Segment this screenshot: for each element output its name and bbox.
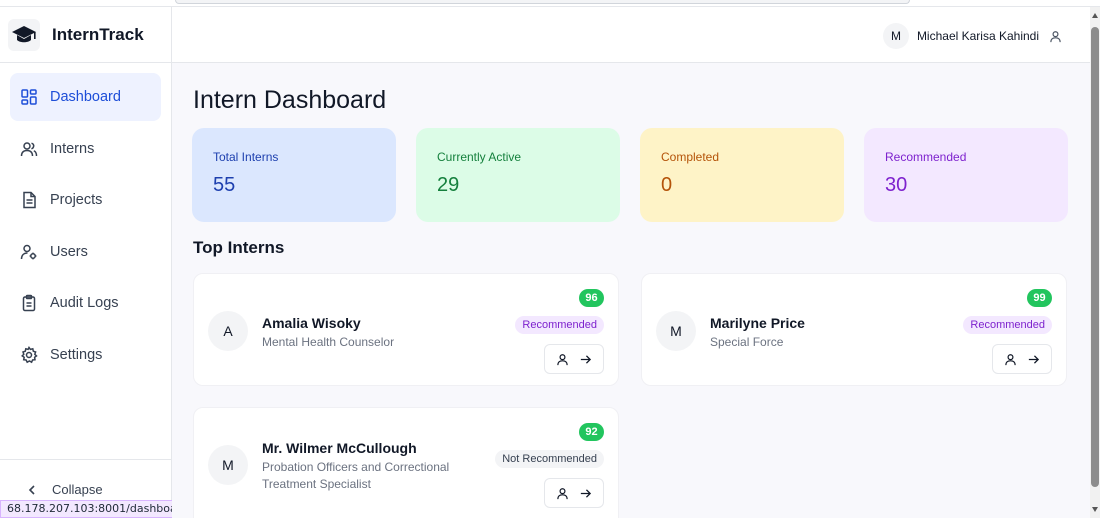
- sidebar-item-label: Projects: [50, 192, 103, 209]
- clipboard-icon: [20, 294, 38, 312]
- stat-card-total-interns: Total Interns 55: [192, 128, 396, 222]
- stat-label: Recommended: [885, 150, 967, 164]
- stat-label: Currently Active: [437, 150, 522, 164]
- graduation-cap-icon: [8, 18, 40, 51]
- sidebar-item-label: Audit Logs: [50, 295, 119, 312]
- scrollbar-thumb[interactable]: [1091, 27, 1099, 487]
- page-title: Intern Dashboard: [193, 86, 387, 114]
- view-profile-button[interactable]: [544, 344, 604, 374]
- intern-role: Mental Health Counselor: [262, 335, 395, 349]
- sidebar-item-audit-logs[interactable]: Audit Logs: [10, 279, 161, 327]
- intern-card[interactable]: M Mr. Wilmer McCullough Probation Office…: [193, 407, 619, 518]
- stat-card-currently-active: Currently Active 29: [416, 128, 620, 222]
- intern-role: Probation Officers and Correctional Trea…: [262, 460, 450, 491]
- user-icon: [557, 487, 568, 499]
- intern-name: Mr. Wilmer McCullough: [262, 440, 417, 456]
- scrollbar[interactable]: [1090, 7, 1100, 518]
- user-menu[interactable]: M Michael Karisa Kahindi: [882, 23, 1062, 49]
- sidebar-item-interns[interactable]: Interns: [10, 125, 161, 173]
- stat-value: 0: [661, 174, 673, 196]
- sidebar: InternTrack Dashboard Interns Projects U…: [0, 7, 172, 518]
- collapse-label: Collapse: [52, 482, 103, 497]
- status-badge: Not Recommended: [495, 450, 604, 468]
- user-icon: [557, 353, 568, 365]
- browser-top-strip: [0, 0, 1100, 7]
- user-icon: [1005, 353, 1016, 365]
- grid-icon: [20, 88, 38, 106]
- status-badge: Recommended: [963, 316, 1052, 334]
- sidebar-nav: Dashboard Interns Projects Users Audit L…: [0, 63, 171, 379]
- user-name: Michael Karisa Kahindi: [916, 29, 1039, 43]
- file-icon: [20, 191, 38, 209]
- score-badge: 92: [579, 423, 604, 441]
- stat-label: Total Interns: [213, 150, 279, 164]
- sidebar-item-users[interactable]: Users: [10, 228, 161, 276]
- sidebar-item-label: Dashboard: [50, 89, 121, 105]
- chevron-left-icon: [28, 484, 35, 495]
- intern-role: Special Force: [710, 335, 784, 349]
- sidebar-item-label: Interns: [50, 140, 95, 157]
- scroll-up-icon[interactable]: [1092, 13, 1098, 18]
- arrow-right-icon: [580, 488, 592, 498]
- avatar: M: [208, 445, 248, 485]
- status-url: 68.178.207.103:8001/dashboard: [0, 500, 196, 518]
- arrow-right-icon: [580, 354, 592, 364]
- gear-icon: [20, 346, 38, 364]
- sidebar-item-label: Settings: [50, 346, 103, 363]
- main-content: Intern Dashboard Total Interns 55 Curren…: [172, 63, 1090, 518]
- score-badge: 96: [579, 289, 604, 307]
- stat-value: 30: [885, 174, 908, 196]
- scroll-down-icon[interactable]: [1092, 507, 1098, 512]
- users-icon: [20, 140, 38, 158]
- view-profile-button[interactable]: [544, 478, 604, 508]
- stat-value: 55: [213, 174, 236, 196]
- stat-card-completed: Completed 0: [640, 128, 844, 222]
- user-settings-icon: [20, 243, 38, 261]
- stat-card-recommended: Recommended 30: [864, 128, 1068, 222]
- top-interns-title: Top Interns: [193, 238, 285, 257]
- arrow-right-icon: [1028, 354, 1040, 364]
- header: M Michael Karisa Kahindi: [172, 7, 1090, 63]
- intern-card[interactable]: A Amalia Wisoky Mental Health Counselor …: [193, 273, 619, 386]
- sidebar-item-settings[interactable]: Settings: [10, 331, 161, 379]
- avatar: M: [882, 23, 909, 49]
- stat-label: Completed: [661, 150, 720, 164]
- sidebar-item-projects[interactable]: Projects: [10, 176, 161, 224]
- brand[interactable]: InternTrack: [0, 7, 171, 63]
- score-badge: 99: [1027, 289, 1052, 307]
- user-icon: [1050, 30, 1061, 42]
- intern-name: Marilyne Price: [710, 315, 805, 331]
- intern-card[interactable]: M Marilyne Price Special Force 99 Recomm…: [641, 273, 1067, 386]
- intern-name: Amalia Wisoky: [262, 315, 361, 331]
- stat-value: 29: [437, 174, 460, 196]
- brand-name: InternTrack: [52, 24, 144, 44]
- status-badge: Recommended: [515, 316, 604, 334]
- sidebar-item-label: Users: [50, 243, 88, 260]
- view-profile-button[interactable]: [992, 344, 1052, 374]
- avatar: A: [208, 311, 248, 351]
- sidebar-item-dashboard[interactable]: Dashboard: [10, 73, 161, 121]
- avatar: M: [656, 311, 696, 351]
